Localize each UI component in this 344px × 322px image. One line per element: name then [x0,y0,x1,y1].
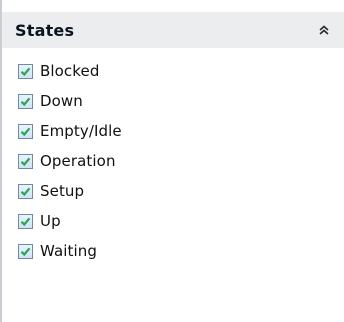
check-icon [20,127,31,136]
checkbox[interactable] [18,243,33,259]
checkbox[interactable] [18,93,33,109]
collapse-button[interactable] [314,20,334,40]
check-icon [20,67,31,76]
checkbox[interactable] [18,153,33,169]
double-chevron-up-icon [319,25,329,35]
state-item-blocked[interactable]: Blocked [2,56,344,86]
states-section-header[interactable]: States [2,12,344,48]
states-filter-panel: States Blocked Down Empty/Idle Operation… [0,0,344,322]
state-item-up[interactable]: Up [2,206,344,236]
states-list: Blocked Down Empty/Idle Operation Setup [2,56,344,266]
state-label: Blocked [40,62,100,80]
state-label: Down [40,92,83,110]
check-icon [20,217,31,226]
state-label: Setup [40,182,85,200]
state-item-waiting[interactable]: Waiting [2,236,344,266]
state-item-setup[interactable]: Setup [2,176,344,206]
state-item-empty-idle[interactable]: Empty/Idle [2,116,344,146]
check-icon [20,97,31,106]
state-item-operation[interactable]: Operation [2,146,344,176]
checkbox[interactable] [18,63,33,79]
checkbox[interactable] [18,183,33,199]
checkbox[interactable] [18,213,33,229]
check-icon [20,187,31,196]
checkbox[interactable] [18,123,33,139]
state-label: Waiting [40,242,98,260]
state-label: Operation [40,152,116,170]
state-item-down[interactable]: Down [2,86,344,116]
section-title: States [15,20,75,40]
check-icon [20,247,31,256]
state-label: Up [40,212,61,230]
state-label: Empty/Idle [40,122,122,140]
check-icon [20,157,31,166]
